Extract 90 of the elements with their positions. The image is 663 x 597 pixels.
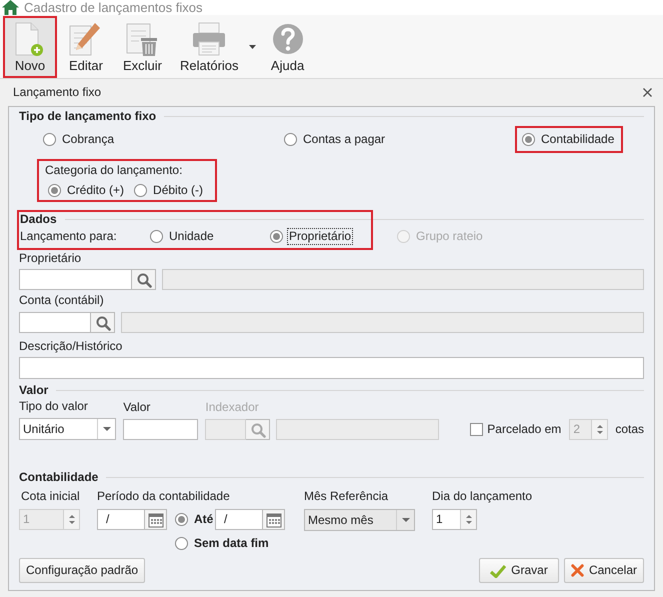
action-button[interactable]: Configuração padrão (19, 558, 146, 583)
down-arrow-icon (68, 521, 74, 524)
spin-value: 1 (22, 511, 31, 528)
up-arrow-icon (596, 425, 603, 428)
group-label: Categoria do lançamento: (45, 162, 184, 178)
field-label: Descrição/Histórico (19, 339, 124, 354)
close-icon (642, 88, 652, 97)
dropdown[interactable]: Unitário (19, 418, 116, 440)
search-button[interactable] (132, 269, 156, 290)
radio-label: Contabilidade (540, 130, 616, 148)
field-label: Lançamento para: (20, 229, 118, 244)
dropdown[interactable]: Mesmo mês (304, 509, 415, 531)
radio-label: Proprietário (287, 228, 354, 245)
section-heading: Valor (19, 383, 48, 398)
date-field[interactable]: / (97, 509, 145, 530)
radio-label: Cobrança (61, 130, 116, 148)
check-icon (490, 564, 506, 578)
field-label: Indexador (205, 400, 260, 415)
radio-label: Débito (-) (152, 182, 204, 198)
radio-label: Sem data fim (193, 535, 270, 552)
search-button[interactable] (246, 419, 270, 440)
radio-button[interactable] (43, 132, 56, 146)
section-heading: Tipo de lançamento fixo (19, 109, 156, 124)
search-button[interactable] (91, 312, 115, 333)
checkbox[interactable] (470, 423, 484, 436)
field-label: Proprietário (19, 251, 82, 266)
caret-icon (402, 518, 410, 522)
name-field[interactable] (162, 269, 644, 290)
section-heading: Contabilidade (19, 470, 98, 485)
close-button[interactable] (641, 86, 653, 98)
code-field[interactable] (205, 419, 246, 440)
spin-value: 1 (435, 511, 444, 528)
radio-label: Unidade (168, 228, 215, 245)
calendar-button[interactable] (145, 509, 167, 530)
dropdown-value: Mesmo mês (307, 512, 374, 529)
search-icon (136, 272, 152, 288)
name-field[interactable] (276, 419, 440, 440)
radio-button[interactable] (48, 184, 61, 196)
description-field[interactable] (19, 357, 644, 379)
radio-button[interactable] (284, 132, 297, 146)
dropdown-value: Unitário (22, 421, 66, 438)
radio-button[interactable] (270, 230, 283, 243)
value-field[interactable] (123, 419, 198, 440)
toolbar-button[interactable]: Relatórios (172, 16, 247, 78)
dialog-title: Lançamento fixo (13, 85, 102, 100)
date-field[interactable]: / (215, 509, 263, 530)
caret-icon (249, 44, 256, 48)
field-label: Mês Referência (304, 489, 390, 504)
spin-box[interactable]: 1 (432, 509, 477, 530)
down-arrow-icon (466, 521, 472, 524)
field-label: Valor (123, 400, 152, 415)
field-label: Conta (contábil) (19, 293, 105, 308)
spin-value: 2 (572, 421, 581, 438)
down-arrow-icon (596, 431, 603, 434)
toolbar-button[interactable]: Excluir (115, 16, 170, 78)
checkbox-label: Parcelado em (487, 422, 562, 437)
toolbar-button[interactable]: Ajuda (260, 16, 315, 78)
field-label: Cota inicial (20, 489, 81, 504)
radio-button[interactable] (175, 537, 188, 550)
field-label: Período da contabilidade (97, 489, 231, 504)
radio-button[interactable] (134, 184, 148, 196)
radio-button[interactable] (522, 132, 535, 146)
radio-label: Até (193, 511, 214, 528)
radio-label: Grupo rateio (415, 228, 484, 245)
calendar-button[interactable] (263, 509, 285, 530)
action-button[interactable]: Gravar (479, 558, 559, 583)
action-button[interactable]: Cancelar (564, 558, 644, 583)
section-heading: Dados (20, 212, 57, 227)
radio-button[interactable] (175, 513, 188, 526)
radio-label: Contas a pagar (302, 130, 386, 148)
up-arrow-icon (466, 515, 472, 518)
radio-label: Crédito (+) (66, 182, 126, 198)
toolbar-button[interactable]: Novo (3, 16, 57, 78)
field-label: Dia do lançamento (432, 489, 532, 504)
field-label: Tipo do valor (19, 399, 89, 414)
up-arrow-icon (68, 515, 74, 518)
close-icon (571, 563, 584, 578)
calendar-icon (148, 512, 164, 528)
code-field[interactable] (19, 269, 132, 290)
code-field[interactable] (19, 312, 91, 333)
caret-icon (102, 427, 110, 431)
window-title: Cadastro de lançamentos fixos (24, 0, 202, 15)
search-icon (250, 422, 266, 438)
unit-label: cotas (615, 422, 644, 437)
home-icon (2, 0, 19, 15)
toolbar-button[interactable]: Editar (59, 16, 113, 78)
radio-button[interactable] (150, 230, 163, 243)
name-field[interactable] (121, 312, 644, 333)
calendar-icon (266, 512, 282, 528)
search-icon (94, 314, 110, 330)
